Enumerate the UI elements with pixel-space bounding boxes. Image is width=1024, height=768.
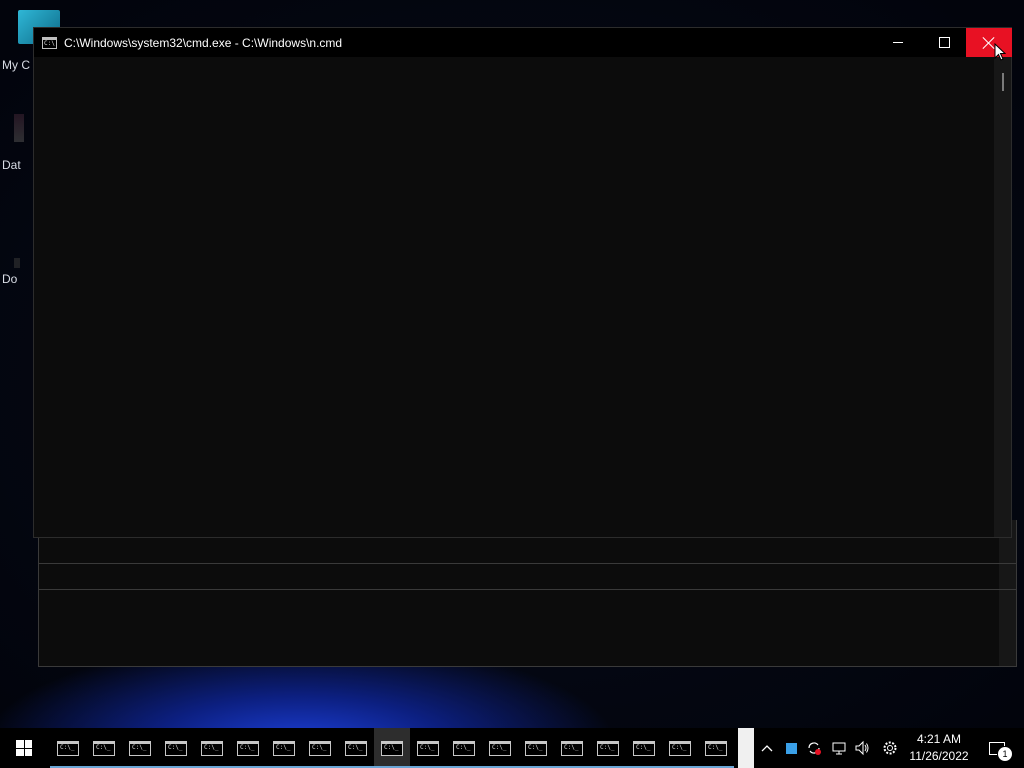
taskbar-item-cmd[interactable] xyxy=(626,728,662,768)
network-icon[interactable] xyxy=(830,728,848,768)
taskbar-item-cmd[interactable] xyxy=(86,728,122,768)
taskbar-item-cmd[interactable] xyxy=(662,728,698,768)
taskbar-item-cmd[interactable] xyxy=(554,728,590,768)
clock-date: 11/26/2022 xyxy=(909,749,969,763)
cmd-icon xyxy=(381,740,403,756)
taskbar-item-cmd[interactable] xyxy=(122,728,158,768)
file-icon xyxy=(14,114,24,142)
windows-logo-icon xyxy=(16,740,32,756)
console-output[interactable] xyxy=(34,57,994,537)
cmd-icon xyxy=(93,740,115,756)
taskbar-item-cmd[interactable] xyxy=(266,728,302,768)
cmd-icon xyxy=(201,740,223,756)
taskbar-item-cmd[interactable] xyxy=(698,728,734,768)
cmd-icon xyxy=(561,740,583,756)
desktop-icon-label: My C xyxy=(2,58,30,72)
title-bar[interactable]: C:\Windows\system32\cmd.exe - C:\Windows… xyxy=(34,28,1012,57)
maximize-icon xyxy=(938,37,950,48)
volume-icon[interactable] xyxy=(853,728,871,768)
desktop-icon-my-computer[interactable]: My C xyxy=(0,10,60,72)
cmd-icon xyxy=(273,740,295,756)
cmd-icon xyxy=(345,740,367,756)
action-center-button[interactable]: 1 xyxy=(978,728,1016,768)
cmd-icon xyxy=(129,740,151,756)
maximize-button[interactable] xyxy=(921,28,967,57)
cmd-icon xyxy=(633,740,655,756)
taskbar-item-cmd[interactable] xyxy=(590,728,626,768)
taskbar-item-cmd[interactable] xyxy=(302,728,338,768)
desktop-icon-data[interactable]: Dat xyxy=(0,114,36,172)
cmd-icon xyxy=(489,740,511,756)
clock-time: 4:21 AM xyxy=(916,732,962,746)
minimize-button[interactable] xyxy=(875,28,921,57)
cmd-icon xyxy=(669,740,691,756)
taskbar-item-cmd[interactable] xyxy=(446,728,482,768)
cmd-window[interactable]: C:\Windows\system32\cmd.exe - C:\Windows… xyxy=(33,27,1012,538)
taskbar-item-cmd[interactable] xyxy=(230,728,266,768)
taskbar-show-desktop-divider xyxy=(738,728,754,768)
taskbar-item-cmd[interactable] xyxy=(410,728,446,768)
settings-icon[interactable] xyxy=(879,728,901,768)
sync-icon[interactable] xyxy=(805,728,823,768)
cmd-icon xyxy=(57,740,79,756)
minimize-icon xyxy=(893,42,903,43)
desktop-icon-label: Dat xyxy=(2,158,21,172)
window-title: C:\Windows\system32\cmd.exe - C:\Windows… xyxy=(64,35,343,50)
notification-icon: 1 xyxy=(989,741,1013,762)
cmd-icon xyxy=(237,740,259,756)
desktop-icon-label: Do xyxy=(2,272,18,286)
taskbar-item-cmd[interactable] xyxy=(158,728,194,768)
cmd-icon xyxy=(705,740,727,756)
blue-square-icon[interactable] xyxy=(783,728,799,768)
cmd-icon xyxy=(309,740,331,756)
chevron-up-icon[interactable] xyxy=(758,728,776,768)
desktop-icon-do[interactable]: Do xyxy=(0,258,36,286)
cmd-icon xyxy=(525,740,547,756)
cmd-icon xyxy=(417,740,439,756)
mouse-cursor-icon xyxy=(994,43,1006,61)
taskbar-item-cmd[interactable] xyxy=(194,728,230,768)
file-icon xyxy=(14,258,20,268)
cmd-icon xyxy=(453,740,475,756)
taskbar-item-cmd[interactable] xyxy=(338,728,374,768)
cmd-icon xyxy=(165,740,187,756)
taskbar: 4:21 AM 11/26/2022 1 xyxy=(0,728,1024,768)
vertical-scrollbar[interactable] xyxy=(994,57,1011,537)
clock[interactable]: 4:21 AM 11/26/2022 xyxy=(905,731,973,765)
cmd-icon[interactable] xyxy=(42,36,57,49)
taskbar-item-cmd[interactable] xyxy=(518,728,554,768)
start-button[interactable] xyxy=(0,728,48,768)
taskbar-item-cmd[interactable] xyxy=(374,728,410,768)
taskbar-item-cmd[interactable] xyxy=(482,728,518,768)
scrollbar-thumb[interactable] xyxy=(1002,73,1004,91)
notification-badge: 1 xyxy=(997,745,1013,762)
cmd-icon xyxy=(597,740,619,756)
taskbar-item-cmd[interactable] xyxy=(50,728,86,768)
